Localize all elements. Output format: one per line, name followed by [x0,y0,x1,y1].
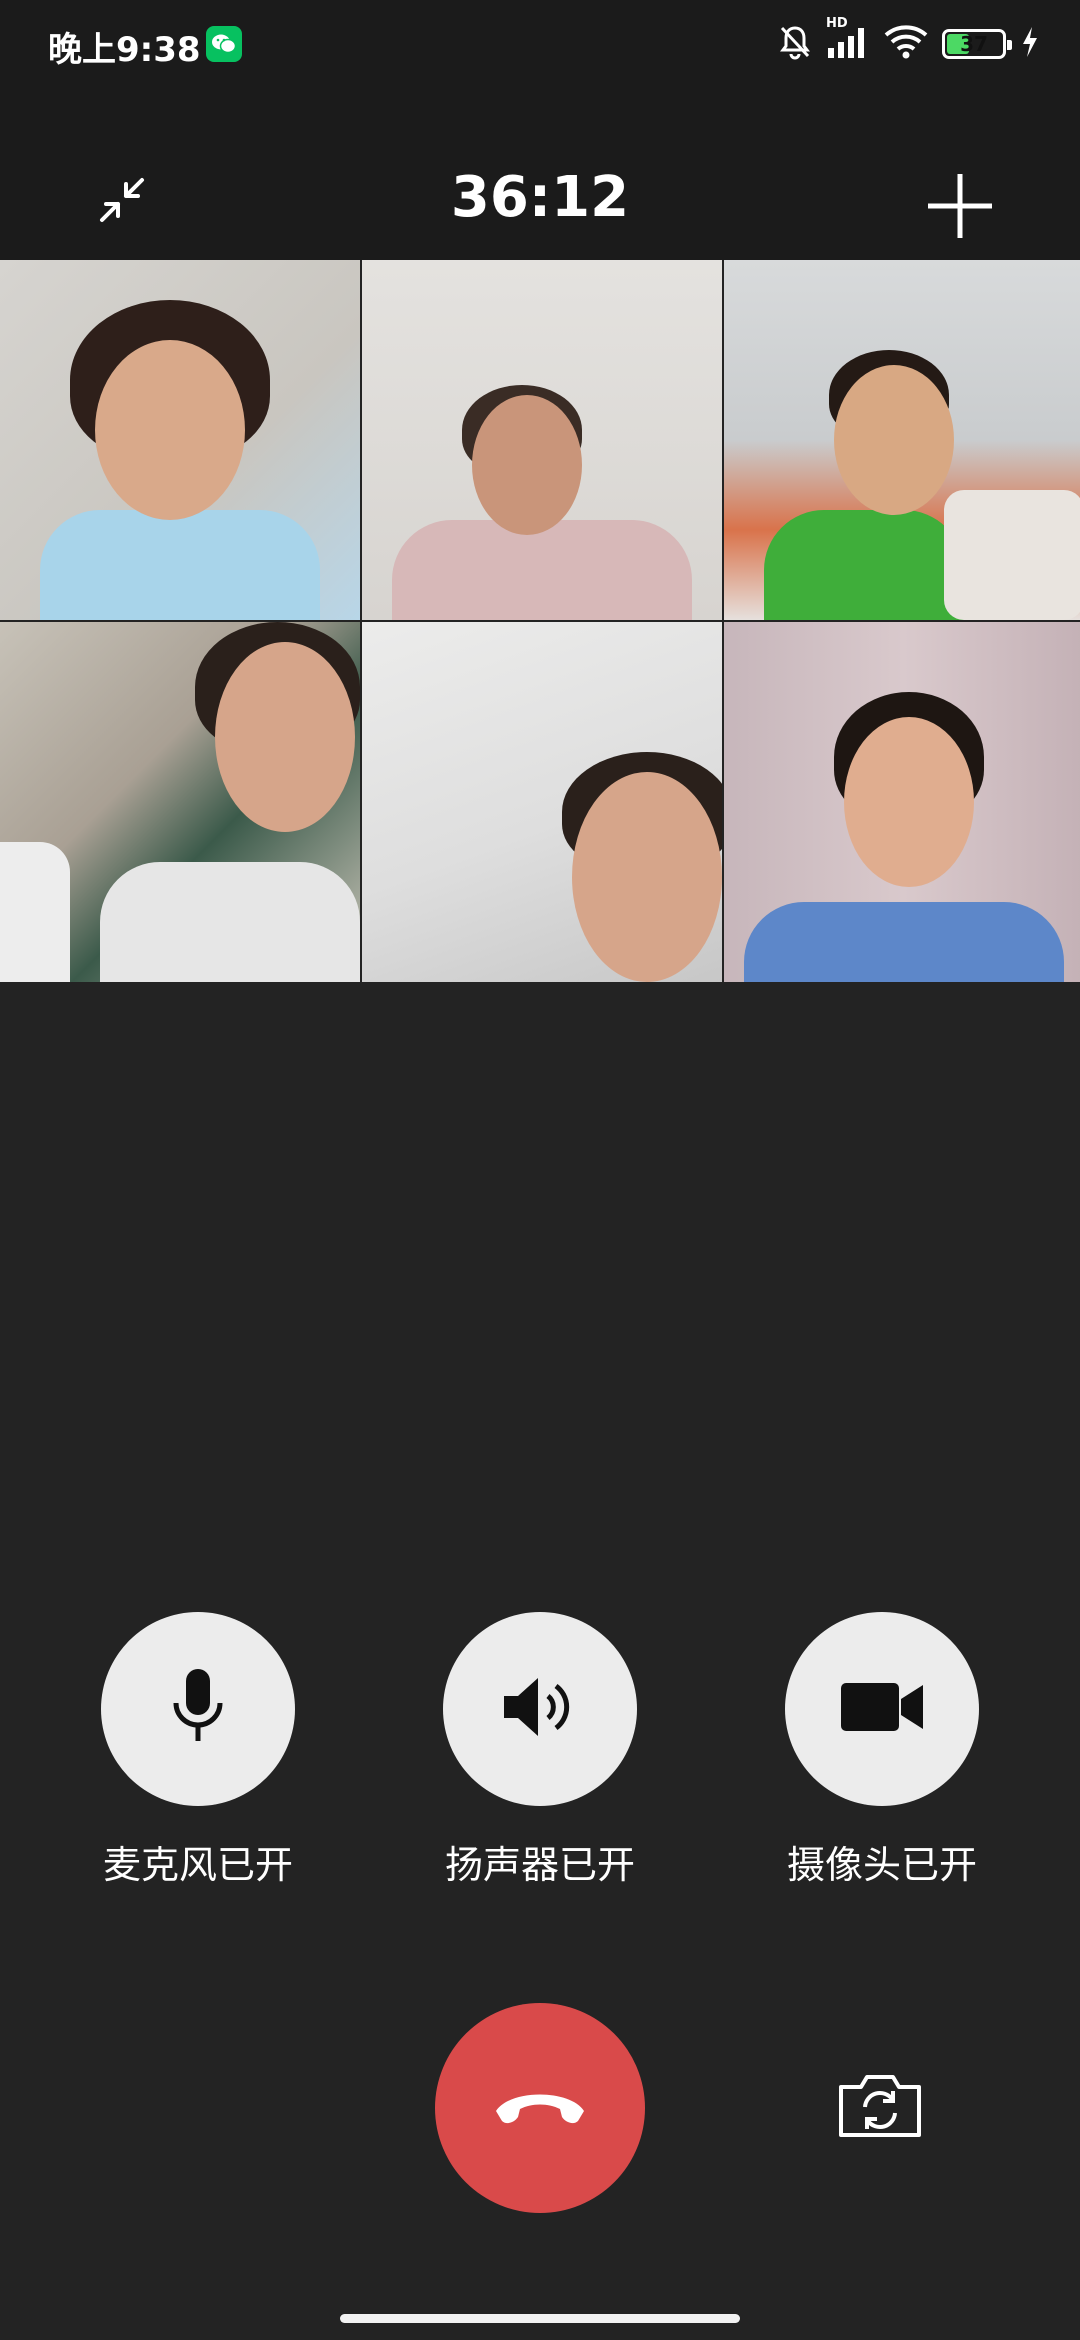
flip-camera-icon [835,2071,925,2145]
microphone-control: 麦克风已开 [73,1612,323,1889]
network-type: HD [826,16,848,31]
camera-toggle-button[interactable] [785,1612,979,1806]
microphone-label: 麦克风已开 [102,1843,293,1887]
add-participant-button[interactable] [918,166,1002,250]
flip-camera-button[interactable] [832,2070,928,2146]
wechat-icon [206,26,242,62]
participant-video-tile[interactable] [362,260,722,620]
home-indicator[interactable] [340,2314,740,2323]
wifi-icon [884,25,928,63]
charging-icon [1020,25,1040,63]
speaker-label: 扬声器已开 [444,1843,635,1887]
status-bar: 晚上9:38 HD 37 [0,0,1080,90]
participant-grid [0,260,1080,982]
speaker-toggle-button[interactable] [443,1612,637,1806]
participant-video-tile[interactable] [0,260,360,620]
hangup-button[interactable] [435,2003,645,2213]
battery-icon: 37 [942,29,1012,59]
add-participant-icon [924,170,996,246]
call-controls: 麦克风已开 扬声器已开 摄像头已开 [0,1612,1080,1887]
camera-control: 摄像头已开 [757,1612,1007,1889]
status-time: 晚上9:38 [48,30,201,70]
speaker-control: 扬声器已开 [415,1612,665,1889]
participant-video-tile[interactable] [724,260,1080,620]
speaker-icon [500,1672,580,1746]
microphone-icon [166,1665,230,1753]
status-icons: HD 37 [778,16,1040,66]
mute-bell-icon [778,24,812,64]
participant-video-tile[interactable] [724,622,1080,982]
call-header: 36:12 [0,90,1080,260]
participant-video-tile[interactable] [0,622,360,982]
signal-icon: HD [826,16,870,64]
battery-level: 37 [960,32,988,56]
microphone-toggle-button[interactable] [101,1612,295,1806]
participant-video-tile[interactable] [362,622,722,982]
hangup-icon [490,2081,590,2135]
video-camera-icon [837,1677,927,1741]
camera-label: 摄像头已开 [786,1843,977,1887]
